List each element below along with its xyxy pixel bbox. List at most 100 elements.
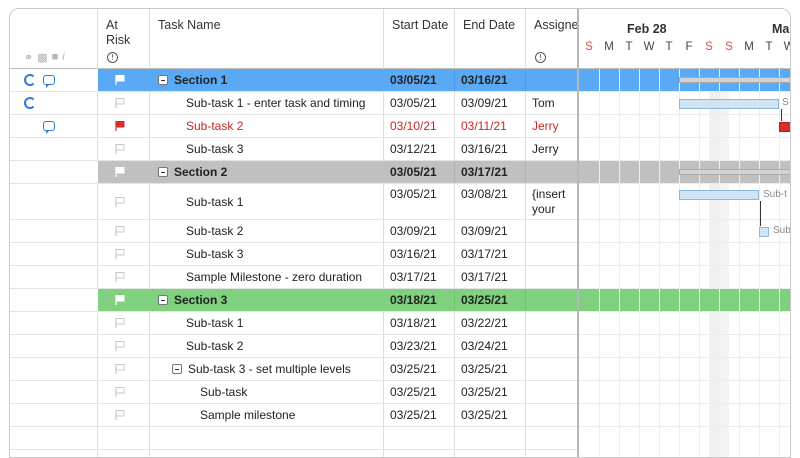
flag-icon[interactable]	[114, 225, 126, 237]
end-date-cell[interactable]: 03/25/21	[455, 289, 526, 311]
at-risk-cell[interactable]	[98, 335, 150, 357]
start-date-cell[interactable]: 03/16/21	[384, 243, 455, 265]
start-date-cell[interactable]: 03/17/21	[384, 266, 455, 288]
flag-icon[interactable]	[114, 120, 126, 132]
start-date-cell[interactable]: 03/09/21	[384, 220, 455, 242]
assigned-cell[interactable]	[526, 312, 577, 334]
section-summary-bar[interactable]	[679, 77, 790, 83]
flag-icon[interactable]	[114, 143, 126, 155]
task-name-cell[interactable]: Sub-task 2	[150, 115, 384, 137]
end-date-cell[interactable]: 03/16/21	[455, 69, 526, 91]
task-row[interactable]: Sample Milestone - zero duration 03/17/21…	[10, 266, 577, 289]
at-risk-cell[interactable]	[98, 358, 150, 380]
start-date-cell[interactable]: 03/25/21	[384, 381, 455, 403]
end-date-cell[interactable]: 03/17/21	[455, 243, 526, 265]
end-date-cell[interactable]: 03/08/21	[455, 184, 526, 219]
at-risk-cell[interactable]	[98, 243, 150, 265]
at-risk-cell[interactable]	[98, 312, 150, 334]
section-row[interactable]: Section 1 03/05/21 03/16/21	[10, 69, 577, 92]
task-row[interactable]: Sub-task 3 03/12/21 03/16/21 Jerry	[10, 138, 577, 161]
task-row[interactable]: Sub-task 3 - set multiple levels 03/25/21…	[10, 358, 577, 381]
comment-icon[interactable]	[43, 121, 55, 134]
at-risk-cell[interactable]	[98, 266, 150, 288]
collapse-toggle-icon[interactable]	[158, 295, 168, 305]
task-row[interactable]: Sub-task 2 03/10/21 03/11/21 Jerry	[10, 115, 577, 138]
at-risk-cell[interactable]	[98, 289, 150, 311]
task-bar[interactable]	[679, 190, 759, 200]
start-date-cell[interactable]: 03/23/21	[384, 335, 455, 357]
assigned-cell[interactable]	[526, 243, 577, 265]
assigned-header[interactable]: Assigne !	[526, 9, 577, 69]
flag-icon[interactable]	[114, 363, 126, 375]
task-row[interactable]: Sub-task 2 03/09/21 03/09/21	[10, 220, 577, 243]
assigned-cell[interactable]: Jerry	[526, 115, 577, 137]
section-row[interactable]: Section 2 03/05/21 03/17/21	[10, 161, 577, 184]
task-bar[interactable]	[679, 98, 779, 109]
flag-icon[interactable]	[114, 248, 126, 260]
task-name-cell[interactable]: Sub-task	[150, 381, 384, 403]
task-name-cell[interactable]: Section 1	[150, 69, 384, 91]
flag-icon[interactable]	[114, 409, 126, 421]
collapse-toggle-icon[interactable]	[172, 364, 182, 374]
collapse-toggle-icon[interactable]	[158, 167, 168, 177]
flag-icon[interactable]	[114, 317, 126, 329]
assigned-cell[interactable]	[526, 381, 577, 403]
task-name-cell[interactable]: Sub-task 3	[150, 138, 384, 160]
end-date-cell[interactable]: 03/11/21	[455, 115, 526, 137]
task-name-cell[interactable]: Sub-task 3	[150, 243, 384, 265]
start-date-cell[interactable]: 03/18/21	[384, 289, 455, 311]
task-name-cell[interactable]: Section 2	[150, 161, 384, 183]
flag-icon[interactable]	[114, 196, 126, 208]
start-date-cell[interactable]: 03/05/21	[384, 161, 455, 183]
flag-icon[interactable]	[114, 74, 126, 86]
at-risk-cell[interactable]	[98, 115, 150, 137]
flag-icon[interactable]	[114, 386, 126, 398]
section-row[interactable]: Section 3 03/18/21 03/25/21	[10, 289, 577, 312]
task-row[interactable]: Sub-task 2 03/23/21 03/24/21	[10, 335, 577, 358]
start-date-cell[interactable]: 03/05/21	[384, 69, 455, 91]
task-bar[interactable]	[759, 226, 769, 237]
assigned-cell[interactable]	[526, 404, 577, 426]
task-name-cell[interactable]: Sample Milestone - zero duration	[150, 266, 384, 288]
start-date-cell[interactable]: 03/05/21	[384, 92, 455, 114]
task-name-cell[interactable]: Sub-task 3 - set multiple levels	[150, 358, 384, 380]
end-date-cell[interactable]: 03/09/21	[455, 220, 526, 242]
task-name-cell[interactable]: Sub-task 1	[150, 312, 384, 334]
flag-icon[interactable]	[114, 271, 126, 283]
at-risk-cell[interactable]	[98, 381, 150, 403]
end-date-cell[interactable]: 03/25/21	[455, 381, 526, 403]
flag-icon[interactable]	[114, 294, 126, 306]
at-risk-cell[interactable]	[98, 184, 150, 219]
start-date-cell[interactable]: 03/10/21	[384, 115, 455, 137]
task-row[interactable]: Sub-task 1 - enter task and timing 03/05/…	[10, 92, 577, 115]
flag-icon[interactable]	[114, 340, 126, 352]
assigned-cell[interactable]: Jerry	[526, 138, 577, 160]
comment-icon[interactable]	[43, 75, 55, 88]
end-date-cell[interactable]: 03/09/21	[455, 92, 526, 114]
task-row[interactable]: Sub-task 3 03/16/21 03/17/21	[10, 243, 577, 266]
task-row[interactable]: Sub-task 1 03/05/2103/08/21{insert your n…	[10, 184, 577, 220]
at-risk-cell[interactable]	[98, 138, 150, 160]
empty-row[interactable]	[10, 450, 577, 457]
flag-icon[interactable]	[114, 97, 126, 109]
at-risk-cell[interactable]	[98, 220, 150, 242]
end-date-cell[interactable]: 03/22/21	[455, 312, 526, 334]
end-date-cell[interactable]: 03/17/21	[455, 161, 526, 183]
section-summary-bar[interactable]	[679, 169, 790, 175]
assigned-cell[interactable]	[526, 266, 577, 288]
start-date-cell[interactable]: 03/25/21	[384, 358, 455, 380]
task-bar[interactable]	[779, 121, 790, 132]
start-date-cell[interactable]: 03/05/21	[384, 184, 455, 219]
assigned-cell[interactable]: {insert your name}	[526, 184, 577, 219]
at-icon[interactable]	[24, 97, 36, 109]
task-name-cell[interactable]: Sub-task 2	[150, 220, 384, 242]
task-name-cell[interactable]: Section 3	[150, 289, 384, 311]
task-name-cell[interactable]: Sub-task 1 - enter task and timing	[150, 92, 384, 114]
assigned-cell[interactable]	[526, 289, 577, 311]
task-row[interactable]: Sub-task 03/25/21 03/25/21	[10, 381, 577, 404]
start-date-cell[interactable]: 03/12/21	[384, 138, 455, 160]
assigned-cell[interactable]	[526, 161, 577, 183]
task-row[interactable]: Sample milestone 03/25/21 03/25/21	[10, 404, 577, 427]
task-name-cell[interactable]: Sample milestone	[150, 404, 384, 426]
task-name-cell[interactable]: Sub-task 1	[150, 184, 384, 219]
